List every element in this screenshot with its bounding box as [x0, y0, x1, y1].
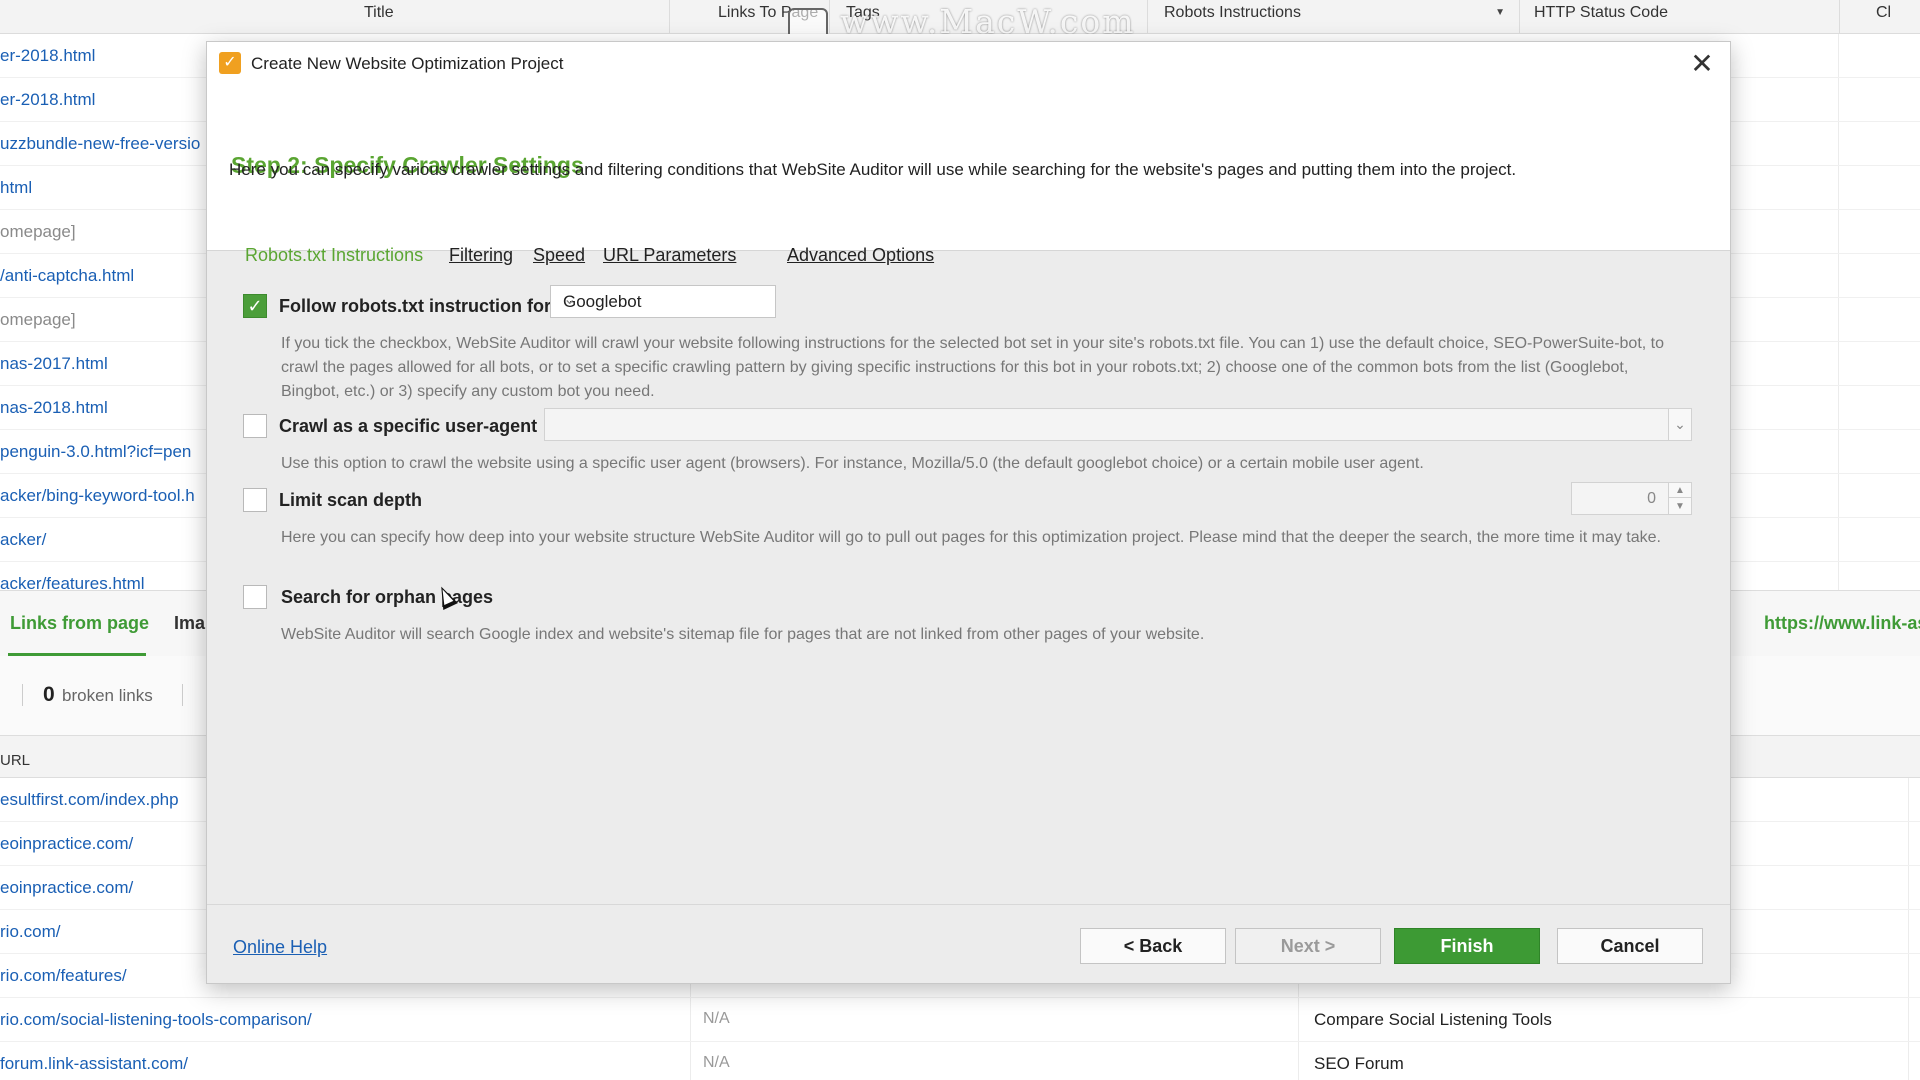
website-auditor-logo-icon: ✓ — [219, 52, 241, 74]
tab-links-from-page[interactable]: Links from page — [10, 613, 149, 634]
page-url[interactable]: acker/ — [0, 530, 46, 550]
divider — [182, 684, 183, 706]
link-url[interactable]: rio.com/ — [0, 922, 60, 942]
page-url[interactable]: html — [0, 178, 32, 198]
tab-images[interactable]: Ima — [174, 613, 205, 634]
page-url[interactable]: uzzbundle-new-free-versio — [0, 134, 200, 154]
page-url[interactable]: omepage] — [0, 310, 76, 330]
broken-links-label: broken links — [62, 686, 153, 705]
close-icon: ✕ — [1690, 48, 1714, 79]
online-help-link[interactable]: Online Help — [233, 937, 327, 958]
tab-url-parameters[interactable]: URL Parameters — [603, 245, 736, 266]
scan-depth-input[interactable]: 0 — [1571, 482, 1669, 515]
follow-robots-label[interactable]: Follow robots.txt instruction for — [279, 296, 551, 317]
page-url[interactable]: nas-2017.html — [0, 354, 108, 374]
page-title-value: SEO Forum — [1314, 1054, 1404, 1073]
chevron-down-icon: ▼ — [1675, 501, 1685, 512]
scan-depth-stepper: ▲ ▼ — [1668, 482, 1692, 515]
page-url[interactable]: nas-2018.html — [0, 398, 108, 418]
link-url[interactable]: eoinpractice.com/ — [0, 834, 133, 854]
page-url[interactable]: penguin-3.0.html?icf=pen — [0, 442, 191, 462]
column-header-url[interactable]: URL — [0, 752, 30, 769]
tab-advanced-options[interactable]: Advanced Options — [787, 245, 934, 266]
page-url[interactable]: /anti-captcha.html — [0, 266, 134, 286]
column-header-title[interactable]: Title — [350, 0, 670, 34]
links-to-page-value: N/A — [703, 1054, 730, 1071]
footer-divider — [207, 904, 1730, 905]
dialog-title: Create New Website Optimization Project — [251, 54, 564, 73]
cancel-button[interactable]: Cancel — [1557, 928, 1703, 964]
stepper-up-button[interactable]: ▲ — [1669, 483, 1691, 498]
user-agent-description: Use this option to crawl the website usi… — [281, 455, 1424, 472]
links-to-page-value: N/A — [703, 1010, 730, 1027]
user-agent-checkbox[interactable] — [243, 414, 267, 438]
user-agent-dropdown-button[interactable]: ⌄ — [1668, 408, 1692, 441]
broken-links-count: 0 — [43, 683, 55, 706]
step-description: Here you can specify various crawler set… — [229, 160, 1517, 179]
link-url[interactable]: esultfirst.com/index.php — [0, 790, 179, 810]
checkmark-icon: ✓ — [247, 296, 263, 316]
chevron-down-icon: ⌄ — [1674, 416, 1686, 432]
link-url[interactable]: rio.com/social-listening-tools-compariso… — [0, 1010, 312, 1030]
bot-select[interactable]: Googlebot ⌄ — [550, 285, 776, 318]
divider — [22, 684, 23, 706]
back-button[interactable]: < Back — [1080, 928, 1226, 964]
close-button[interactable]: ✕ — [1684, 46, 1720, 82]
dialog-titlebar[interactable]: ✓ Create New Website Optimization Projec… — [207, 42, 1730, 86]
stepper-down-button[interactable]: ▼ — [1669, 499, 1691, 514]
column-header-cl[interactable]: Cl — [1840, 0, 1920, 34]
chevron-down-icon: ⌄ — [563, 291, 577, 308]
user-agent-input[interactable] — [544, 408, 1692, 441]
follow-robots-description: If you tick the checkbox, WebSite Audito… — [281, 335, 1665, 400]
scan-depth-label[interactable]: Limit scan depth — [279, 490, 422, 511]
page-url[interactable]: omepage] — [0, 222, 76, 242]
column-header-label: HTTP Status Code — [1534, 4, 1668, 21]
column-header-label: Cl — [1876, 4, 1892, 21]
orphan-pages-description: WebSite Auditor will search Google index… — [281, 626, 1205, 643]
column-header-http-status[interactable]: HTTP Status Code — [1520, 0, 1840, 34]
page-url[interactable]: er-2018.html — [0, 90, 95, 110]
tab-filtering[interactable]: Filtering — [449, 245, 513, 266]
page-title-value: Compare Social Listening Tools — [1314, 1010, 1552, 1029]
column-header-label: Title — [364, 4, 394, 21]
orphan-pages-label[interactable]: Search for orphan pages — [281, 587, 493, 608]
table-row[interactable]: rio.com/social-listening-tools-compariso… — [0, 998, 1920, 1042]
link-url[interactable]: forum.link-assistant.com/ — [0, 1054, 188, 1074]
current-page-url[interactable]: https://www.link-as — [1764, 613, 1920, 634]
user-agent-label[interactable]: Crawl as a specific user-agent — [279, 416, 537, 437]
page-url[interactable]: er-2018.html — [0, 46, 95, 66]
scan-depth-description: Here you can specify how deep into your … — [281, 529, 1661, 546]
scan-depth-checkbox[interactable] — [243, 488, 267, 512]
follow-robots-checkbox[interactable]: ✓ — [243, 294, 267, 318]
column-header-robots-instructions[interactable]: Robots Instructions ▼ — [1148, 0, 1520, 34]
tab-speed[interactable]: Speed — [533, 245, 585, 266]
page-url[interactable]: acker/bing-keyword-tool.h — [0, 486, 195, 506]
link-url[interactable]: rio.com/features/ — [0, 966, 127, 986]
next-button[interactable]: Next > — [1235, 928, 1381, 964]
table-row[interactable]: forum.link-assistant.com/ N/A SEO Forum — [0, 1042, 1920, 1080]
tab-robots-txt-instructions[interactable]: Robots.txt Instructions — [245, 245, 423, 266]
orphan-pages-checkbox[interactable] — [243, 585, 267, 609]
link-url[interactable]: eoinpractice.com/ — [0, 878, 133, 898]
finish-button[interactable]: Finish — [1394, 928, 1540, 964]
create-project-dialog: ✓ Create New Website Optimization Projec… — [206, 41, 1731, 984]
column-header-label: Robots Instructions — [1164, 4, 1301, 21]
column-dropdown-icon[interactable]: ▼ — [1495, 0, 1505, 26]
chevron-up-icon: ▲ — [1675, 485, 1685, 496]
